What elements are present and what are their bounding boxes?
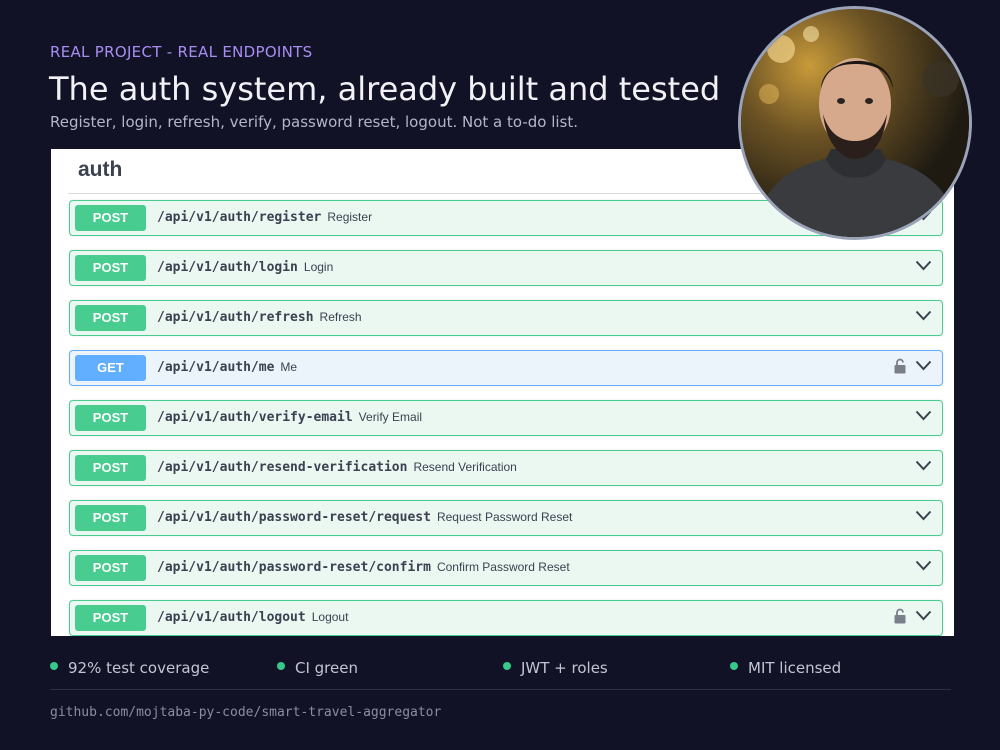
lock-icon[interactable] xyxy=(894,608,906,624)
chevron-down-icon[interactable] xyxy=(915,510,932,521)
chevron-down-icon[interactable] xyxy=(915,360,932,371)
operation-summary: Request Password Reset xyxy=(436,510,573,524)
operation-path: /api/v1/auth/password-reset/request Reque… xyxy=(157,510,573,525)
operation-summary: Verify Email xyxy=(358,410,423,424)
operation-path: /api/v1/auth/resend-verification Resend V… xyxy=(157,460,517,475)
method-badge: POST xyxy=(75,305,146,331)
footer-divider xyxy=(50,689,951,690)
status-dot-icon xyxy=(277,661,285,670)
chevron-down-icon[interactable] xyxy=(915,410,932,421)
operation-refresh[interactable]: POST /api/v1/auth/refresh Refresh xyxy=(69,300,943,336)
operation-path: /api/v1/auth/refresh Refresh xyxy=(157,310,362,325)
page-title: The auth system, already built and teste… xyxy=(49,70,721,108)
operation-path: /api/v1/auth/verify-email Verify Email xyxy=(157,410,423,425)
operation-summary: Logout xyxy=(311,610,349,624)
operation-verify-email[interactable]: POST /api/v1/auth/verify-email Verify Ema… xyxy=(69,400,943,436)
status-dot-icon xyxy=(503,661,511,670)
avatar-photo xyxy=(738,6,972,240)
method-badge: POST xyxy=(75,555,146,581)
operation-password-reset-confirm[interactable]: POST /api/v1/auth/password-reset/confirm… xyxy=(69,550,943,586)
method-badge: POST xyxy=(75,605,146,631)
chevron-down-icon[interactable] xyxy=(915,460,932,471)
method-badge: POST xyxy=(75,505,146,531)
operation-summary: Resend Verification xyxy=(413,460,517,474)
status-dot-icon xyxy=(730,661,738,670)
operation-path: /api/v1/auth/password-reset/confirm Confi… xyxy=(157,560,570,575)
method-badge: POST xyxy=(75,255,146,281)
avatar-portrait-illustration xyxy=(741,9,969,237)
chevron-down-icon[interactable] xyxy=(915,310,932,321)
chevron-down-icon[interactable] xyxy=(915,260,932,271)
operation-resend-verification[interactable]: POST /api/v1/auth/resend-verification Res… xyxy=(69,450,943,486)
badge-jwt-roles: JWT + roles xyxy=(503,659,608,679)
operation-logout[interactable]: POST /api/v1/auth/logout Logout xyxy=(69,600,943,636)
operation-path: /api/v1/auth/me Me xyxy=(157,360,298,375)
method-badge: POST xyxy=(75,405,146,431)
operation-summary: Login xyxy=(303,260,334,274)
operation-summary: Refresh xyxy=(319,310,362,324)
page-subtitle: Register, login, refresh, verify, passwo… xyxy=(50,113,579,131)
repo-link[interactable]: github.com/mojtaba-py-code/smart-travel-… xyxy=(50,705,441,720)
operation-path: /api/v1/auth/logout Logout xyxy=(157,610,349,625)
operation-login[interactable]: POST /api/v1/auth/login Login xyxy=(69,250,943,286)
lock-icon[interactable] xyxy=(894,358,906,374)
status-dot-icon xyxy=(50,661,58,670)
chevron-down-icon[interactable] xyxy=(915,610,932,621)
eyebrow-label: REAL PROJECT - REAL ENDPOINTS xyxy=(50,43,313,61)
badge-test-coverage: 92% test coverage xyxy=(50,659,209,679)
operation-me[interactable]: GET /api/v1/auth/me Me xyxy=(69,350,943,386)
operation-path: /api/v1/auth/register Register xyxy=(157,210,373,225)
method-badge: POST xyxy=(75,455,146,481)
method-badge: POST xyxy=(75,205,146,231)
method-badge: GET xyxy=(75,355,146,381)
operation-summary: Register xyxy=(327,210,373,224)
operation-summary: Confirm Password Reset xyxy=(436,560,570,574)
operation-summary: Me xyxy=(280,360,298,374)
badge-ci-green: CI green xyxy=(277,659,358,679)
operation-path: /api/v1/auth/login Login xyxy=(157,260,334,275)
chevron-down-icon[interactable] xyxy=(915,560,932,571)
badge-mit-licensed: MIT licensed xyxy=(730,659,841,679)
section-title-auth[interactable]: auth xyxy=(78,158,122,182)
operation-password-reset-request[interactable]: POST /api/v1/auth/password-reset/request… xyxy=(69,500,943,536)
